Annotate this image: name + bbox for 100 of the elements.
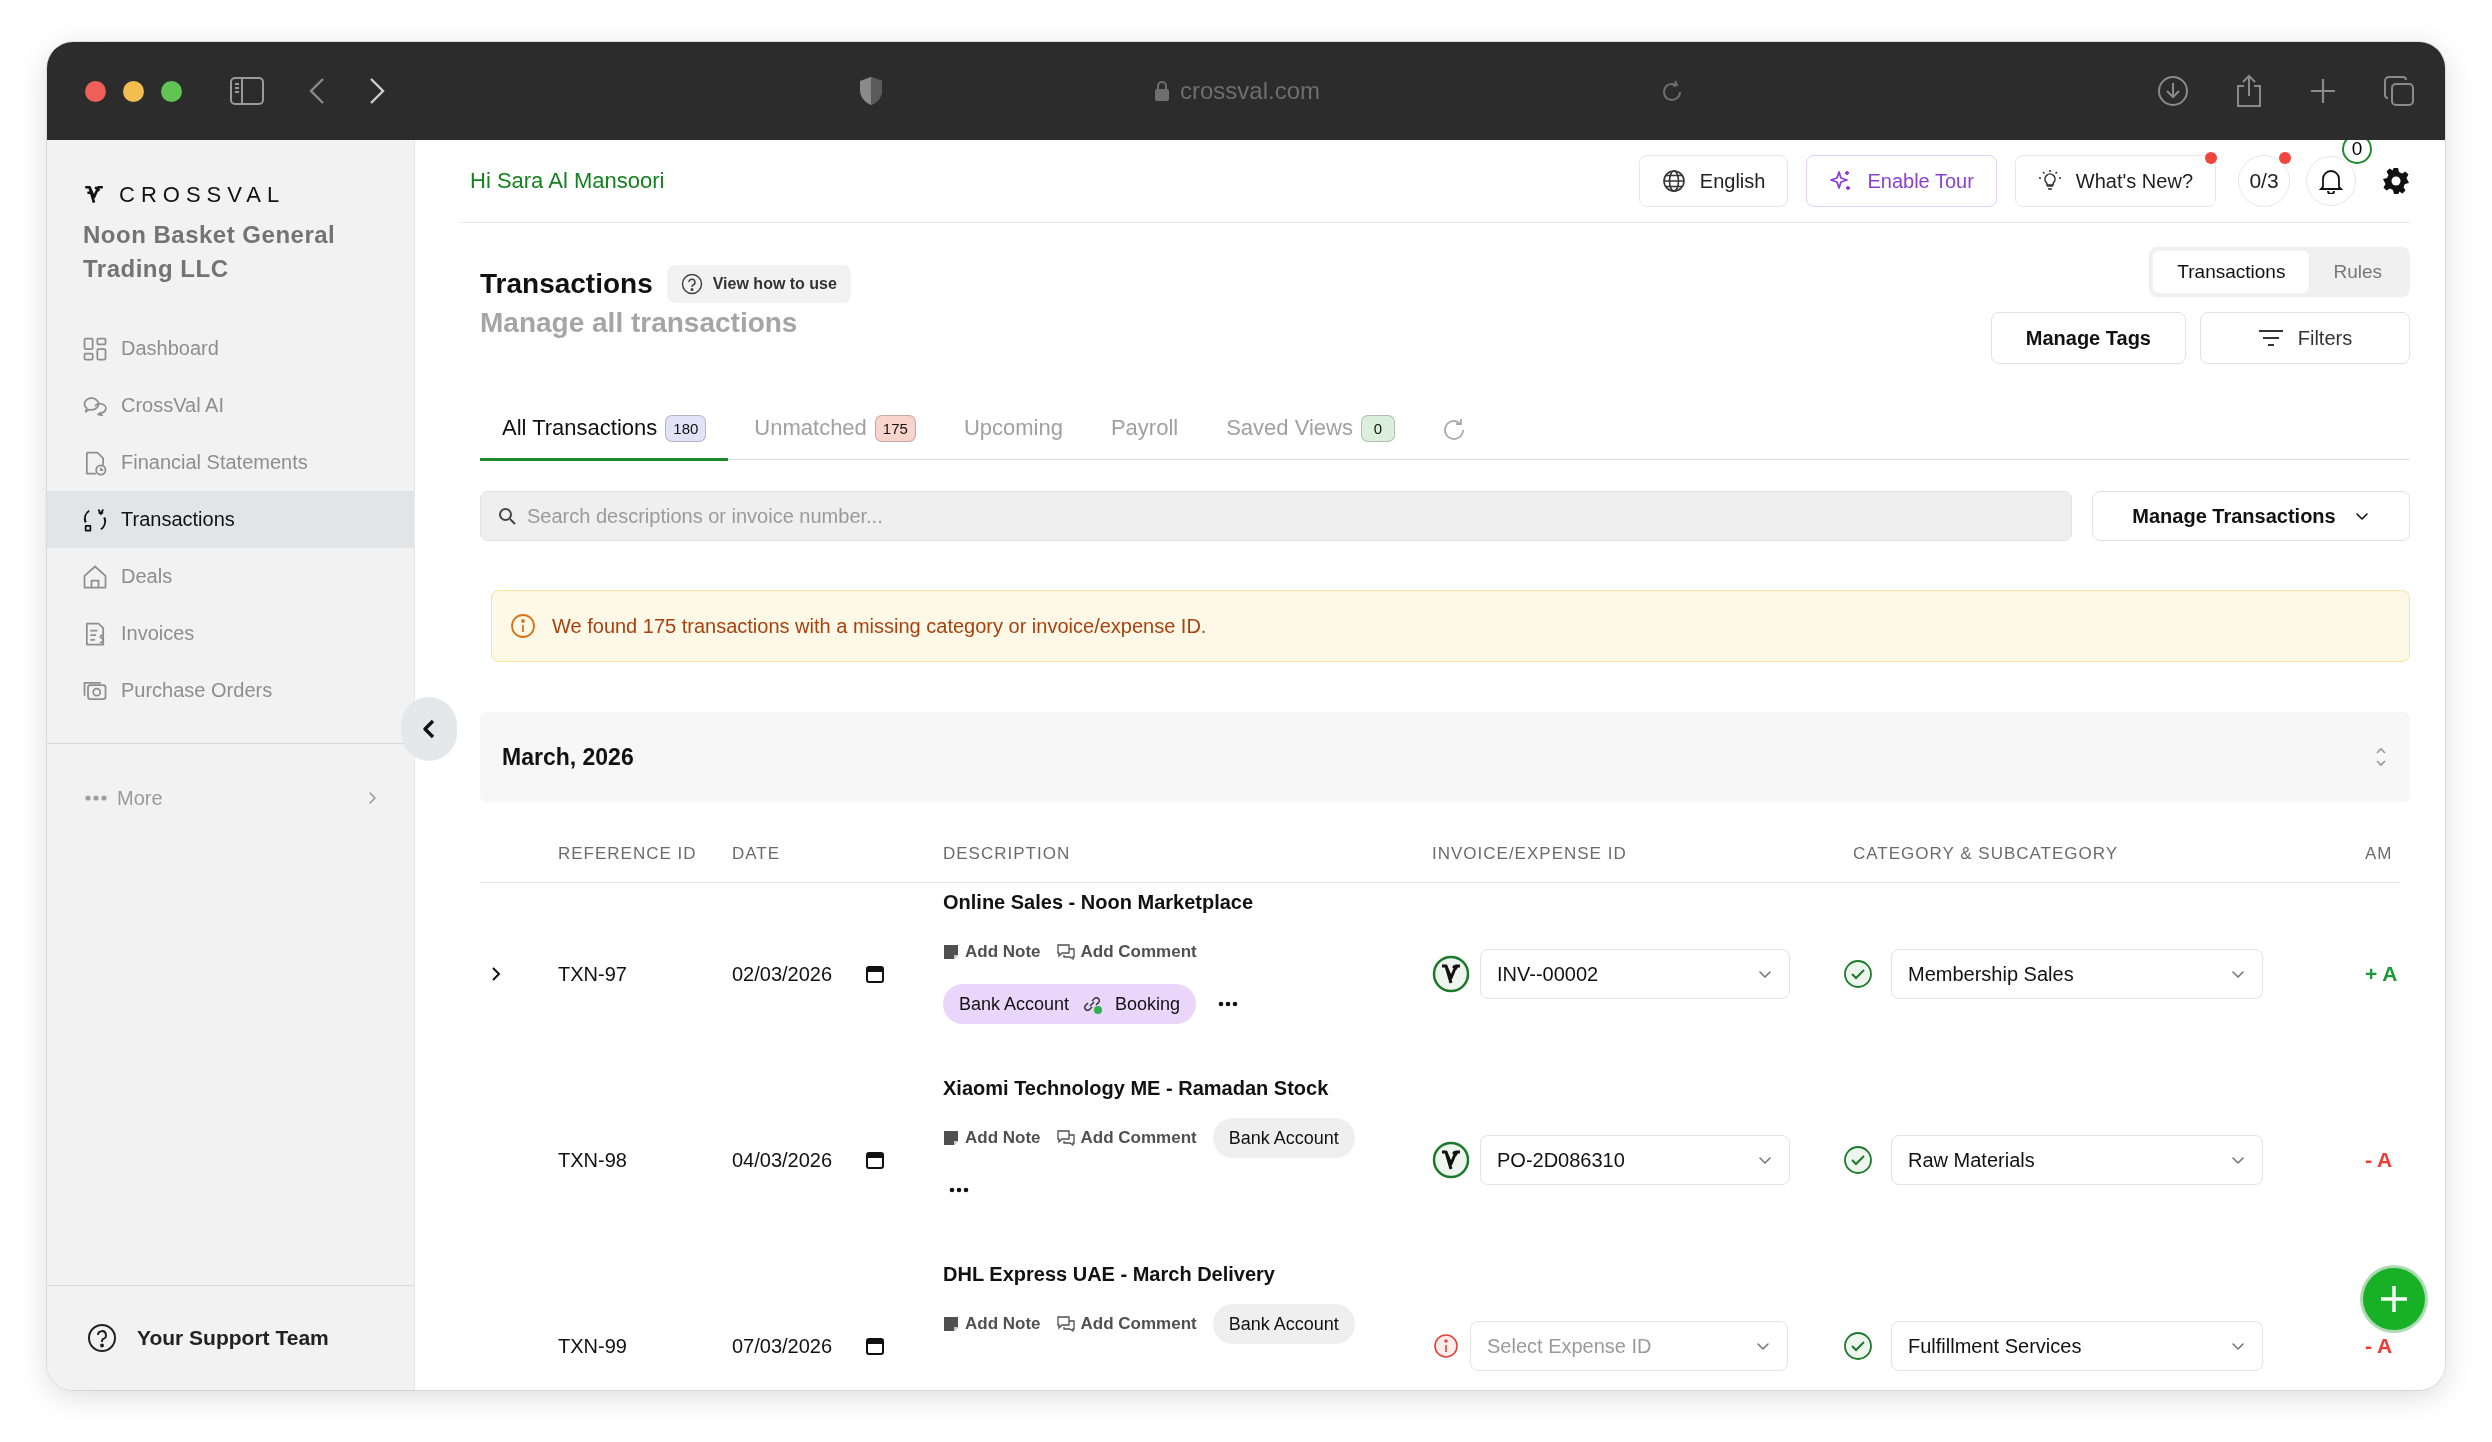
info-icon [510, 613, 536, 640]
add-note-button[interactable]: Add Note [943, 1298, 1041, 1351]
calendar-icon[interactable] [866, 1151, 885, 1170]
filters-button[interactable]: Filters [2200, 312, 2410, 365]
page-subtitle: Manage all transactions [480, 307, 799, 340]
category-dropdown[interactable]: Fulfillment Services [1891, 1321, 2263, 1372]
whats-new-button[interactable]: What's New? [2014, 155, 2216, 208]
maximize-window-button[interactable] [161, 80, 182, 102]
manage-transactions-button[interactable]: Manage Transactions [2092, 491, 2410, 542]
search-icon [498, 507, 516, 526]
amount-text: + A [2365, 962, 2398, 987]
bell-icon [2319, 168, 2343, 195]
view-tab[interactable]: Transactions [2153, 251, 2310, 294]
support-link[interactable]: Your Support Team [47, 1285, 414, 1390]
amount-text: - A [2365, 1334, 2393, 1359]
notifications-button[interactable] [2306, 156, 2356, 207]
search-field[interactable]: Search descriptions or invoice number... [480, 491, 2072, 542]
add-note-button[interactable]: Add Note [943, 926, 1041, 979]
share-icon[interactable] [2235, 74, 2263, 108]
more-icon [949, 1187, 969, 1194]
collapse-sidebar-button[interactable] [401, 697, 457, 761]
lock-icon [1154, 80, 1170, 102]
account-label: Bank Account [959, 993, 1070, 1015]
calendar-icon[interactable] [866, 965, 885, 984]
filter-icon [2257, 329, 2284, 348]
more-label: More [117, 786, 163, 810]
add-button[interactable] [2363, 1268, 2425, 1330]
chevron-left-icon [422, 718, 436, 740]
column-header: REFERENCE ID [557, 844, 698, 865]
add-comment-button[interactable]: Add Comment [1056, 1298, 1197, 1351]
reference-id: TXN-97 [558, 962, 627, 986]
booking-label: Booking [1115, 993, 1181, 1015]
tab[interactable]: Saved Views 0 [1204, 398, 1417, 461]
manage-tags-button[interactable]: Manage Tags [1990, 312, 2186, 365]
download-icon[interactable] [2157, 75, 2189, 107]
reload-icon[interactable] [1660, 78, 1684, 104]
date-text: 02/03/2026 [732, 962, 833, 986]
back-icon[interactable] [309, 77, 325, 105]
reference-id: TXN-99 [558, 1334, 627, 1358]
enable-tour-button[interactable]: Enable Tour [1806, 155, 1997, 208]
category-dropdown[interactable]: Raw Materials [1891, 1135, 2263, 1186]
note-icon [943, 944, 959, 961]
reference-id: TXN-98 [558, 1148, 627, 1172]
transaction-description: Xiaomi Technology ME - Ramadan Stock [943, 1076, 1330, 1102]
date-text: 04/03/2026 [732, 1148, 833, 1172]
invoice-dropdown[interactable]: INV--00002 [1480, 949, 1790, 1000]
tab[interactable]: All Transactions 180 [480, 398, 729, 461]
add-comment-button[interactable]: Add Comment [1056, 926, 1197, 979]
close-window-button[interactable] [85, 80, 106, 102]
add-comment-button[interactable]: Add Comment [1056, 1112, 1197, 1165]
more-icon [85, 795, 107, 801]
column-header: CATEGORY & SUBCATEGORY [1852, 844, 2120, 865]
sidebar-toggle-icon[interactable] [229, 76, 265, 106]
new-tab-icon[interactable] [2309, 77, 2337, 105]
notification-count: 0 [2342, 140, 2372, 165]
brand-name: CROSSVAL [119, 182, 286, 208]
category-dropdown[interactable]: Membership Sales [1891, 949, 2263, 1000]
collapse-icon[interactable] [2374, 747, 2388, 768]
invoice-dropdown[interactable]: PO-2D086310 [1480, 1135, 1790, 1186]
tabs-overview-icon[interactable] [2383, 75, 2415, 107]
help-icon [680, 273, 703, 296]
note-icon [943, 1130, 959, 1147]
shield-icon[interactable] [858, 76, 884, 106]
view-tab[interactable]: Rules [2309, 251, 2406, 294]
amount-text: - A [2365, 1148, 2393, 1173]
sidebar-item[interactable]: Transactions [47, 491, 414, 548]
forward-icon[interactable] [369, 77, 385, 105]
account-tag: Bank Account [1212, 1304, 1355, 1345]
count-badge: 0 [1360, 414, 1395, 442]
comment-icon [1056, 944, 1075, 961]
column-header: INVOICE/EXPENSE ID [1431, 844, 1628, 865]
more-icon [1218, 1001, 1239, 1008]
note-icon [943, 1316, 959, 1333]
comment-icon [1056, 1130, 1075, 1147]
tab[interactable]: Unmatched 175 [732, 398, 938, 461]
plus-icon [2379, 1284, 2409, 1314]
alert-message: We found 175 transactions with a missing category or invoice/expense ID. [552, 614, 1207, 638]
logo-icon [83, 184, 105, 206]
comment-icon [1056, 1316, 1075, 1333]
transaction-description: DHL Express UAE - March Delivery [943, 1262, 1276, 1288]
column-header: DATE [731, 844, 782, 865]
count-badge: 175 [874, 414, 916, 442]
transaction-description: Online Sales - Noon Marketplace [943, 890, 1255, 916]
column-header: DESCRIPTION [942, 844, 1072, 865]
help-icon [87, 1323, 117, 1353]
progress-button[interactable]: 0/3 [2238, 155, 2290, 208]
calendar-icon[interactable] [866, 1337, 885, 1356]
company-name: Noon Basket General Trading LLC [82, 220, 337, 284]
page-title: Transactions [480, 268, 653, 301]
minimize-window-button[interactable] [123, 80, 144, 102]
date-text: 07/03/2026 [732, 1334, 833, 1358]
count-badge: 180 [665, 414, 707, 442]
language-button[interactable]: English [1638, 155, 1789, 208]
column-header: AM [2364, 844, 2394, 865]
greeting-text: Hi Sara Al Mansoori [470, 168, 666, 195]
settings-icon[interactable] [2382, 167, 2410, 196]
add-note-button[interactable]: Add Note [943, 1112, 1041, 1165]
month-heading: March, 2026 [502, 743, 634, 771]
view-how-to-use-button[interactable]: View how to use [666, 265, 851, 304]
globe-icon [1661, 169, 1686, 194]
